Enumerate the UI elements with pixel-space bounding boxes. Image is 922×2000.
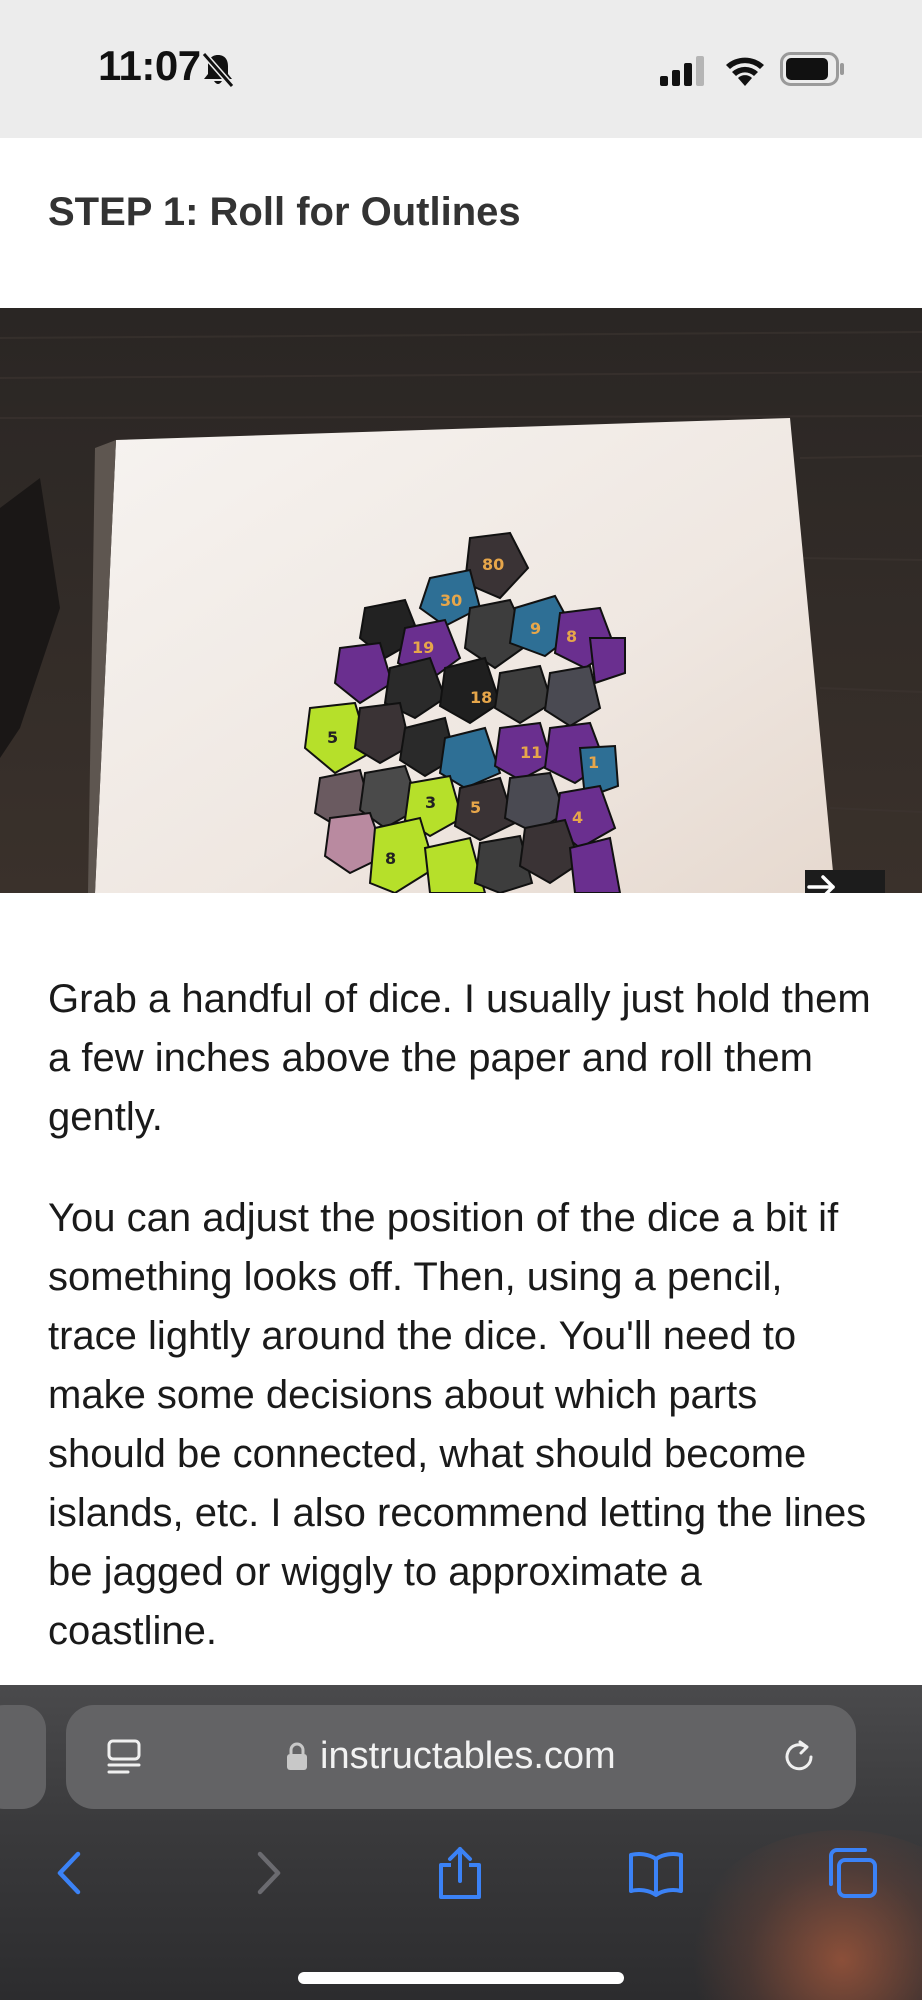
bell-slash-icon bbox=[201, 52, 235, 88]
lock-icon bbox=[287, 1742, 307, 1770]
status-bar: 11:07 bbox=[0, 0, 922, 138]
arrow-right-icon bbox=[807, 875, 835, 893]
dice-photo-image: 80 30 19 9 8 18 5 1 11 5 3 4 8 bbox=[0, 308, 922, 893]
status-time: 11:07 bbox=[98, 42, 201, 89]
forward-button[interactable] bbox=[238, 1843, 298, 1903]
step-paragraph-1: Grab a handful of dice. I usually just h… bbox=[48, 977, 871, 1139]
share-icon bbox=[439, 1847, 481, 1899]
svg-text:8: 8 bbox=[566, 627, 577, 646]
tabs-button[interactable] bbox=[822, 1843, 882, 1903]
reload-icon[interactable] bbox=[780, 1737, 820, 1777]
book-icon bbox=[629, 1852, 683, 1897]
back-button[interactable] bbox=[40, 1843, 100, 1903]
svg-text:80: 80 bbox=[482, 555, 504, 574]
bookmarks-button[interactable] bbox=[626, 1843, 686, 1903]
svg-text:8: 8 bbox=[385, 849, 396, 868]
address-bar[interactable]: instructables.com bbox=[66, 1705, 856, 1809]
svg-text:4: 4 bbox=[572, 808, 583, 827]
photo-next-button[interactable] bbox=[805, 870, 885, 893]
svg-text:5: 5 bbox=[327, 728, 338, 747]
battery-icon bbox=[780, 52, 844, 86]
wifi-icon bbox=[726, 57, 764, 86]
svg-text:3: 3 bbox=[425, 793, 436, 812]
tabs-icon bbox=[829, 1848, 877, 1898]
chevron-left-icon bbox=[57, 1851, 81, 1895]
browser-toolbar: instructables.com bbox=[0, 1685, 922, 2000]
toolbar-glow bbox=[682, 1830, 922, 2000]
url-text[interactable]: instructables.com bbox=[320, 1735, 616, 1778]
svg-text:11: 11 bbox=[520, 743, 542, 762]
step-title: STEP 1: Roll for Outlines bbox=[48, 190, 521, 234]
share-button[interactable] bbox=[430, 1843, 490, 1903]
reader-mode-icon[interactable] bbox=[104, 1737, 144, 1777]
svg-text:5: 5 bbox=[470, 798, 481, 817]
svg-text:1: 1 bbox=[588, 753, 599, 772]
svg-text:18: 18 bbox=[470, 688, 492, 707]
step-photo[interactable]: 80 30 19 9 8 18 5 1 11 5 3 4 8 bbox=[0, 308, 922, 893]
home-indicator bbox=[298, 1972, 624, 1984]
cellular-signal-icon bbox=[660, 56, 704, 86]
chevron-right-icon bbox=[257, 1851, 281, 1895]
svg-text:30: 30 bbox=[440, 591, 462, 610]
svg-text:9: 9 bbox=[530, 619, 541, 638]
previous-tab-stub[interactable] bbox=[0, 1705, 46, 1809]
svg-text:19: 19 bbox=[412, 638, 434, 657]
step-paragraph-2: You can adjust the position of the dice … bbox=[48, 1196, 867, 1653]
